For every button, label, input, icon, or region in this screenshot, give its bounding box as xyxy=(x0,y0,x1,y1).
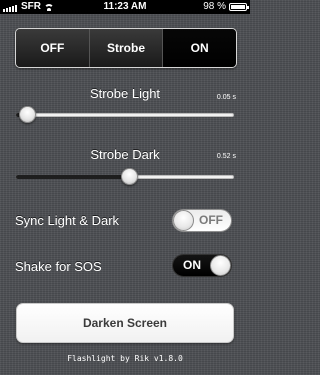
segment-strobe[interactable]: Strobe xyxy=(89,29,164,67)
strobe-dark-label: Strobe Dark xyxy=(90,147,160,162)
app-version-footer: Flashlight by Rik v1.8.0 xyxy=(67,354,183,363)
sync-light-dark-toggle[interactable]: OFF xyxy=(172,209,232,232)
strobe-dark-value: 0.52 s xyxy=(216,153,236,160)
toggle-knob xyxy=(173,210,194,231)
toggle-knob xyxy=(210,255,231,276)
battery-percent: 98 % xyxy=(203,1,226,12)
status-bar: SFR 11:23 AM 98 % xyxy=(0,0,250,14)
segment-off[interactable]: OFF xyxy=(16,29,90,67)
strobe-dark-slider[interactable] xyxy=(16,167,234,187)
sync-light-dark-label: Sync Light & Dark xyxy=(15,213,120,228)
darken-screen-button[interactable]: Darken Screen xyxy=(16,303,234,343)
battery-fill xyxy=(231,5,245,9)
slider-track-fill xyxy=(16,175,130,179)
strobe-light-label: Strobe Light xyxy=(89,86,161,101)
strobe-mode-segmented-control: OFF Strobe ON xyxy=(15,28,237,68)
strobe-light-value: 0.05 s xyxy=(216,94,236,101)
slider-track xyxy=(16,113,234,117)
status-bar-right: 98 % xyxy=(203,0,249,14)
strobe-light-slider[interactable] xyxy=(16,105,234,125)
segment-on[interactable]: ON xyxy=(163,29,236,67)
toggle-state-text: OFF xyxy=(199,213,223,227)
toggle-state-text: ON xyxy=(183,258,201,272)
slider-thumb[interactable] xyxy=(121,168,139,185)
shake-for-sos-label: Shake for SOS xyxy=(15,259,102,274)
battery-icon xyxy=(229,3,249,11)
slider-thumb[interactable] xyxy=(18,106,36,123)
shake-for-sos-toggle[interactable]: ON xyxy=(172,254,232,277)
